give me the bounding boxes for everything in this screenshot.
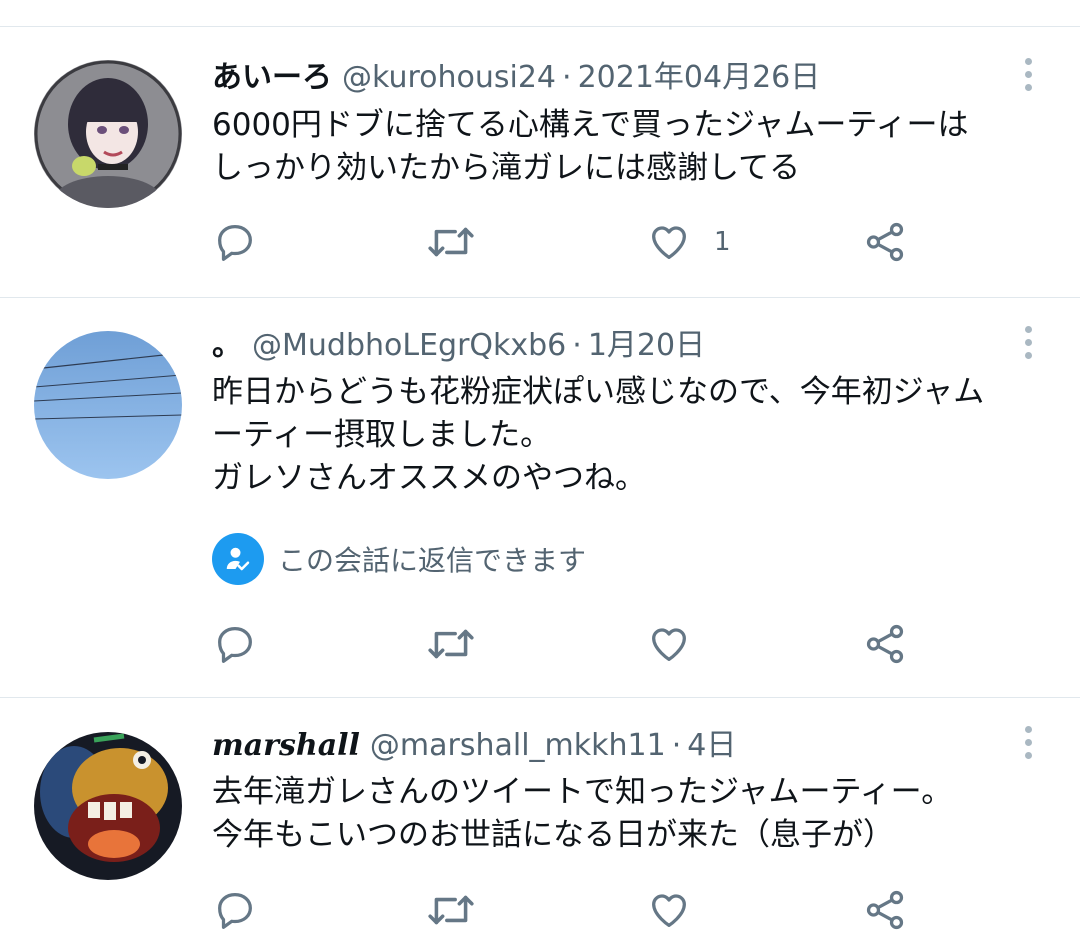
separator: · — [671, 728, 682, 763]
user-check-icon — [212, 533, 264, 585]
share-icon — [866, 222, 904, 262]
reply-icon — [218, 627, 252, 663]
reply-restriction-text: この会話に返信できます — [278, 544, 587, 577]
tweet-date[interactable]: 2021年04月26日 — [578, 60, 821, 95]
share-icon — [866, 890, 904, 930]
display-name[interactable]: あいーろ — [212, 60, 332, 95]
user-handle[interactable]: @kurohousi24 — [342, 60, 556, 95]
retweet-button[interactable] — [426, 619, 476, 669]
tweet-text: 6000円ドブに捨てる心構えで買ったジャムーティーは しっかり効いたから滝ガレに… — [212, 104, 1040, 190]
retweet-icon — [428, 629, 474, 659]
tweet-header: 。 @MudbhoLEgrQkxb6 · 1月20日 — [212, 326, 1010, 366]
tweet-text: 昨日からどうも花粉症状ぽい感じなので、今年初ジャム ーティー摂取しました。 ガレ… — [212, 371, 1040, 500]
separator: · — [572, 328, 582, 363]
share-button[interactable] — [862, 217, 908, 267]
display-name[interactable]: 。 — [212, 328, 242, 363]
retweet-button[interactable] — [426, 885, 476, 935]
action-bar — [212, 619, 932, 669]
tweet-text-line: しっかり効いたから滝ガレには感謝してる — [212, 150, 801, 186]
reply-button[interactable] — [212, 217, 258, 267]
tweet-text-line: 6000円ドブに捨てる心構えで買ったジャムーティーは — [212, 107, 969, 143]
action-bar: 1 — [212, 217, 932, 267]
tweet-text-line: ーティー摂取しました。 — [212, 417, 552, 453]
retweet-icon — [428, 227, 474, 257]
tweet-text-line: 去年滝ガレさんのツイートで知ったジャムーティー。 — [212, 774, 953, 810]
share-button[interactable] — [862, 619, 908, 669]
share-button[interactable] — [862, 885, 908, 935]
like-button[interactable] — [646, 619, 692, 669]
like-button[interactable]: 1 — [646, 217, 731, 267]
tweet-text: 去年滝ガレさんのツイートで知ったジャムーティー。 今年もこいつのお世話になる日が… — [212, 771, 1040, 857]
display-name[interactable]: marshall — [212, 728, 360, 763]
tweet-1[interactable]: あいーろ @kurohousi24 · 2021年04月26日 6000円ドブに捨てる… — [0, 27, 1080, 298]
like-count: 1 — [714, 227, 731, 257]
more-options-icon[interactable] — [1022, 326, 1034, 362]
reply-icon — [218, 893, 252, 929]
avatar[interactable] — [34, 60, 182, 208]
tweet-header: あいーろ @kurohousi24 · 2021年04月26日 — [212, 58, 1010, 98]
reply-restriction-notice: この会話に返信できます — [212, 533, 586, 585]
avatar[interactable] — [34, 732, 182, 880]
like-icon — [652, 894, 686, 927]
tweet-date[interactable]: 1月20日 — [588, 328, 705, 363]
like-icon — [652, 628, 686, 661]
reply-icon — [218, 225, 252, 261]
tweet-header: marshall @marshall_mkkh11 · 4日 — [212, 726, 1010, 766]
tweet-2[interactable]: 。 @MudbhoLEgrQkxb6 · 1月20日 昨日からどうも花粉症状ぽい感じな… — [0, 297, 1080, 698]
tweet-date[interactable]: 4日 — [687, 728, 736, 763]
avatar[interactable] — [34, 331, 182, 479]
share-icon — [866, 624, 904, 664]
tweet-3[interactable]: marshall @marshall_mkkh11 · 4日 去年滝ガレさんのツイート… — [0, 697, 1080, 951]
like-icon — [652, 226, 686, 259]
more-options-icon[interactable] — [1022, 58, 1034, 94]
tweet-text-line: ガレソさんオススメのやつね。 — [212, 460, 646, 496]
separator: · — [562, 60, 572, 95]
tweet-text-line: 昨日からどうも花粉症状ぽい感じなので、今年初ジャム — [212, 374, 985, 410]
retweet-icon — [428, 895, 474, 925]
more-options-icon[interactable] — [1022, 726, 1034, 762]
action-bar — [212, 885, 932, 935]
user-handle[interactable]: @MudbhoLEgrQkxb6 — [252, 328, 566, 363]
retweet-button[interactable] — [426, 217, 476, 267]
tweet-text-line: 今年もこいつのお世話になる日が来た（息子が） — [212, 817, 894, 853]
like-button[interactable] — [646, 885, 692, 935]
reply-button[interactable] — [212, 885, 258, 935]
reply-button[interactable] — [212, 619, 258, 669]
user-handle[interactable]: @marshall_mkkh11 — [370, 728, 666, 763]
